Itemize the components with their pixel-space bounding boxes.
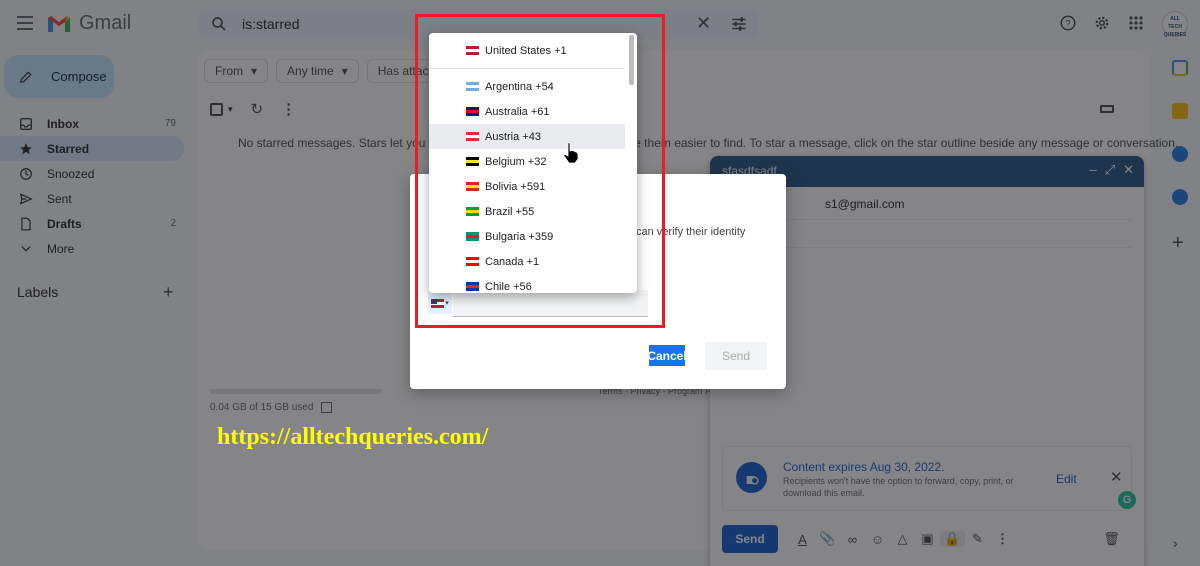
hand-cursor-icon	[563, 142, 579, 164]
dialog-send-button[interactable]: Send	[705, 342, 767, 370]
annotation-highlight-box	[415, 14, 665, 328]
dialog-cancel-button[interactable]: Cancel	[647, 345, 687, 366]
watermark-url: https://alltechqueries.com/	[217, 424, 489, 450]
